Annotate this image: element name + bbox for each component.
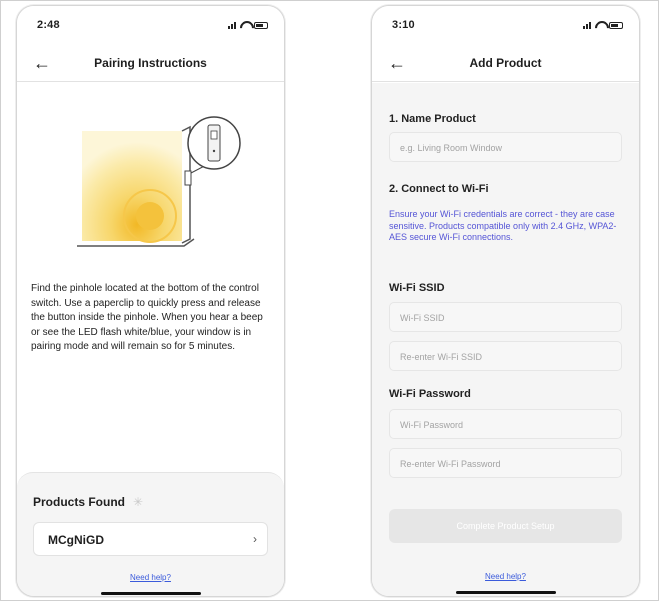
page-title: Pairing Instructions xyxy=(94,56,207,70)
device-name: MCgNiGD xyxy=(48,533,104,547)
product-name-input[interactable]: e.g. Living Room Window xyxy=(389,132,622,162)
window-control-switch-illustration xyxy=(77,116,241,247)
add-product-form: 1. Name Product e.g. Living Room Window … xyxy=(372,83,639,596)
status-icons xyxy=(228,21,268,29)
wifi-password-heading: Wi-Fi Password xyxy=(389,388,471,400)
status-time: 2:48 xyxy=(37,19,60,31)
complete-product-setup-button[interactable]: Complete Product Setup xyxy=(389,509,622,543)
nav-bar: ← Pairing Instructions xyxy=(17,46,284,82)
cellular-signal-icon xyxy=(583,21,591,29)
battery-icon xyxy=(609,21,623,29)
need-help-link[interactable]: Need help? xyxy=(372,572,639,581)
status-bar: 3:10 xyxy=(372,6,639,46)
wifi-password-input[interactable]: Wi-Fi Password xyxy=(389,409,622,439)
need-help-link[interactable]: Need help? xyxy=(17,573,284,582)
name-product-heading: 1. Name Product xyxy=(389,113,476,125)
connect-wifi-heading: 2. Connect to Wi-Fi xyxy=(389,183,489,195)
status-icons xyxy=(583,21,623,29)
products-found-sheet: Products Found ✳ MCgNiGD › Need help? xyxy=(17,472,284,596)
home-indicator xyxy=(101,592,201,595)
loading-spinner-icon: ✳ xyxy=(133,495,144,509)
device-row-mcgnigd[interactable]: MCgNiGD › xyxy=(33,522,268,556)
wifi-icon xyxy=(240,21,250,29)
wifi-ssid-heading: Wi-Fi SSID xyxy=(389,282,445,294)
status-bar: 2:48 xyxy=(17,6,284,46)
phone-pairing-instructions: 2:48 ← Pairing Instructions Find the pin… xyxy=(16,5,285,597)
products-found-header: Products Found ✳ xyxy=(33,495,143,509)
battery-icon xyxy=(254,21,268,29)
pairing-instructions-text: Find the pinhole located at the bottom o… xyxy=(31,283,263,352)
home-indicator xyxy=(456,591,556,594)
wifi-icon xyxy=(595,21,605,29)
wifi-ssid-input[interactable]: Wi-Fi SSID xyxy=(389,302,622,332)
phone-add-product: 3:10 ← Add Product 1. Name Product e.g. … xyxy=(371,5,640,597)
page-title: Add Product xyxy=(469,56,542,70)
wifi-ssid-confirm-input[interactable]: Re-enter Wi-Fi SSID xyxy=(389,341,622,371)
wifi-password-confirm-input[interactable]: Re-enter Wi-Fi Password xyxy=(389,448,622,478)
chevron-right-icon: › xyxy=(253,532,257,546)
nav-bar: ← Add Product xyxy=(372,46,639,82)
status-time: 3:10 xyxy=(392,19,415,31)
wifi-compatibility-note: Ensure your Wi-Fi credentials are correc… xyxy=(389,209,617,242)
cellular-signal-icon xyxy=(228,21,236,29)
products-found-title: Products Found xyxy=(33,495,125,509)
